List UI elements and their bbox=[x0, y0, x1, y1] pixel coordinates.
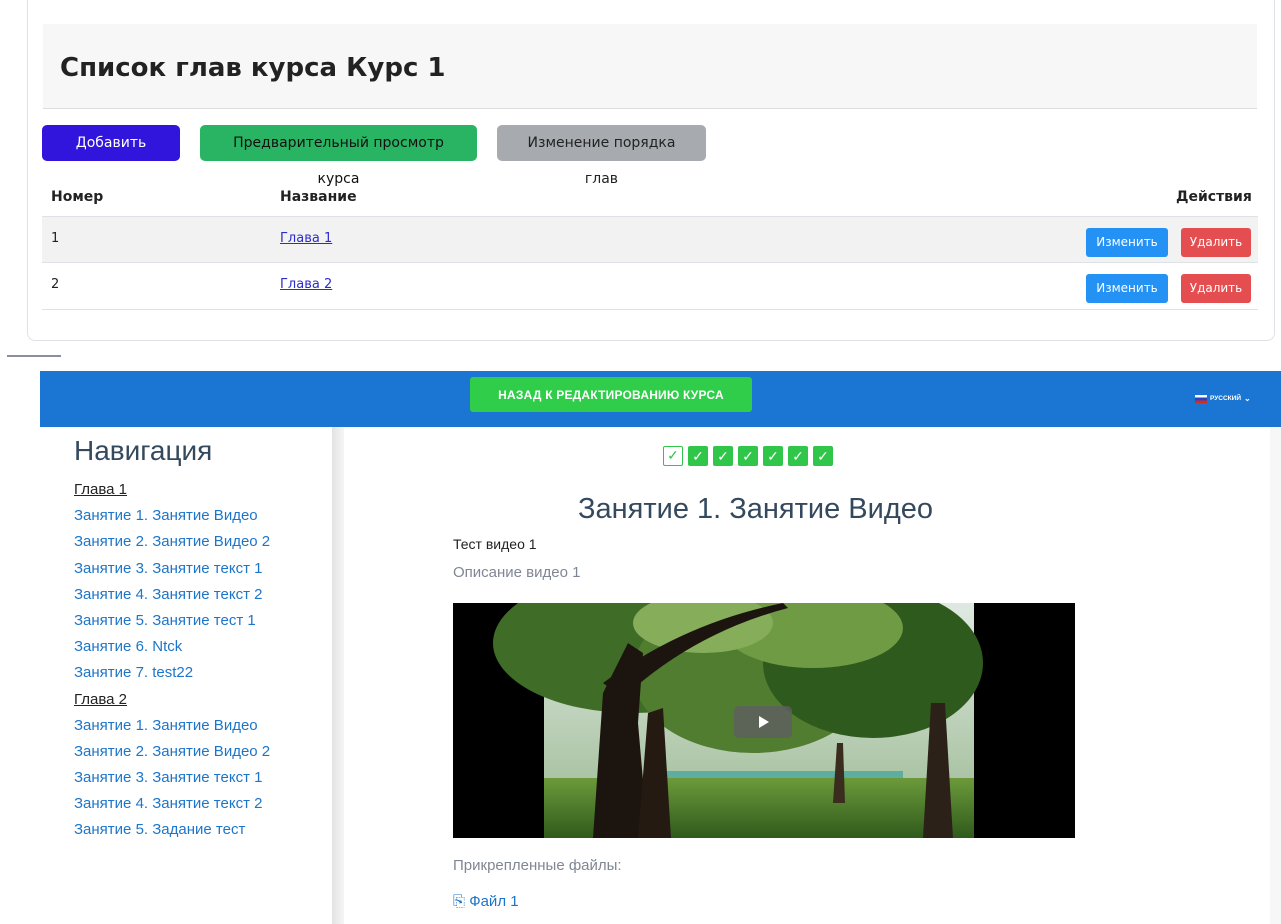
divider bbox=[7, 355, 61, 357]
progress-step-checkmark-icon[interactable]: ✓ bbox=[688, 446, 708, 466]
russia-flag-icon bbox=[1195, 394, 1207, 403]
back-to-editing-button[interactable]: НАЗАД К РЕДАКТИРОВАНИЮ КУРСА bbox=[470, 377, 752, 412]
nav-lesson-link[interactable]: Занятие 2. Занятие Видео 2 bbox=[74, 742, 270, 768]
nav-lesson-link[interactable]: Занятие 7. test22 bbox=[74, 663, 270, 689]
paperclip-icon: ⎘ bbox=[453, 893, 466, 910]
card-header: Список глав курса Курс 1 bbox=[43, 24, 1257, 109]
sidebar-divider bbox=[332, 427, 344, 924]
progress-step-checkmark-icon[interactable]: ✓ bbox=[663, 446, 683, 466]
chevron-down-icon: ⌄ bbox=[1244, 394, 1251, 403]
nav-lesson-link[interactable]: Занятие 1. Занятие Видео bbox=[74, 506, 270, 532]
nav-chapter: Глава 2 bbox=[74, 690, 128, 708]
preview-course-button[interactable]: Предварительный просмотр курса bbox=[200, 125, 477, 187]
table-row: 1 Глава 1 Изменить Удалить bbox=[42, 216, 1258, 263]
page-title: Список глав курса Курс 1 bbox=[60, 53, 446, 83]
video-frame-image bbox=[453, 603, 1075, 838]
page-edge bbox=[1270, 427, 1281, 924]
attached-file-link[interactable]: ⎘ Файл 1 bbox=[453, 893, 519, 910]
top-navbar: НАЗАД К РЕДАКТИРОВАНИЮ КУРСА РУССКИЙ ⌄ bbox=[40, 371, 1281, 427]
navigation-title: Навигация bbox=[74, 435, 213, 466]
lesson-content: ✓ ✓ ✓ ✓ ✓ ✓ ✓ Занятие 1. Занятие Видео Тест ви… bbox=[344, 427, 1281, 924]
chapter-link[interactable]: Глава 2 bbox=[280, 277, 332, 292]
edit-button[interactable]: Изменить bbox=[1086, 274, 1168, 303]
table-row: 2 Глава 2 Изменить Удалить bbox=[42, 262, 1258, 309]
nav-lesson-link[interactable]: Занятие 5. Задание тест bbox=[74, 820, 270, 846]
add-chapter-button[interactable]: Добавить главу bbox=[42, 125, 180, 187]
attachments-label: Прикрепленные файлы: bbox=[453, 857, 622, 874]
row-number: 1 bbox=[51, 231, 60, 246]
progress-step-checkmark-icon[interactable]: ✓ bbox=[813, 446, 833, 466]
edit-button[interactable]: Изменить bbox=[1086, 228, 1168, 257]
nav-lesson-link[interactable]: Занятие 4. Занятие текст 2 bbox=[74, 585, 270, 611]
progress-step-checkmark-icon[interactable]: ✓ bbox=[738, 446, 758, 466]
column-header-name: Название bbox=[280, 189, 357, 205]
language-label: РУССКИЙ bbox=[1210, 395, 1241, 402]
nav-lesson-link[interactable]: Занятие 4. Занятие текст 2 bbox=[74, 794, 270, 820]
navigation-sidebar: Навигация Глава 1 Занятие 1. Занятие Виде… bbox=[40, 427, 332, 924]
lesson-progress: ✓ ✓ ✓ ✓ ✓ ✓ ✓ bbox=[663, 446, 833, 466]
table-bottom-border bbox=[42, 309, 1258, 310]
file-name: Файл 1 bbox=[469, 893, 519, 910]
nav-lesson-link[interactable]: Занятие 3. Занятие текст 1 bbox=[74, 559, 270, 585]
delete-button[interactable]: Удалить bbox=[1181, 274, 1251, 303]
video-title: Тест видео 1 bbox=[453, 536, 537, 552]
video-player[interactable] bbox=[453, 603, 1075, 838]
column-header-number: Номер bbox=[51, 189, 104, 205]
column-header-actions: Действия bbox=[1176, 189, 1252, 205]
progress-step-checkmark-icon[interactable]: ✓ bbox=[788, 446, 808, 466]
row-number: 2 bbox=[51, 277, 60, 292]
reorder-chapters-button[interactable]: Изменение порядка глав bbox=[497, 125, 706, 187]
video-description: Описание видео 1 bbox=[453, 564, 581, 581]
nav-lesson-link[interactable]: Занятие 5. Занятие тест 1 bbox=[74, 611, 270, 637]
nav-lesson-link[interactable]: Занятие 3. Занятие текст 1 bbox=[74, 768, 270, 794]
language-selector[interactable]: РУССКИЙ ⌄ bbox=[1195, 394, 1251, 403]
navigation-list: Глава 1 Занятие 1. Занятие Видео Занятие 2… bbox=[74, 480, 270, 847]
nav-lesson-link[interactable]: Занятие 2. Занятие Видео 2 bbox=[74, 532, 270, 558]
chapter-list-panel: Список глав курса Курс 1 Добавить главу … bbox=[0, 0, 1281, 357]
progress-step-checkmark-icon[interactable]: ✓ bbox=[713, 446, 733, 466]
nav-lesson-link[interactable]: Занятие 6. Ntck bbox=[74, 637, 270, 663]
progress-step-checkmark-icon[interactable]: ✓ bbox=[763, 446, 783, 466]
chapter-link[interactable]: Глава 1 bbox=[280, 231, 332, 246]
nav-lesson-link[interactable]: Занятие 1. Занятие Видео bbox=[74, 716, 270, 742]
nav-chapter: Глава 1 bbox=[74, 481, 128, 498]
delete-button[interactable]: Удалить bbox=[1181, 228, 1251, 257]
lesson-title: Занятие 1. Занятие Видео bbox=[578, 493, 934, 525]
